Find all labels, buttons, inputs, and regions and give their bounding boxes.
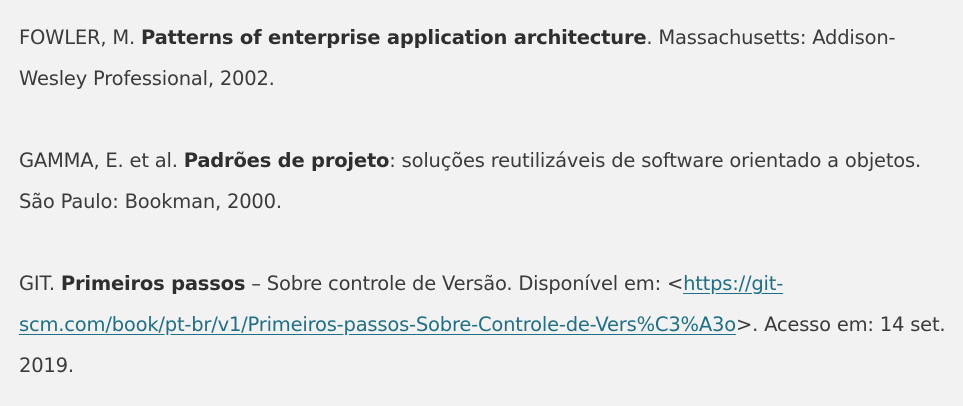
reference-gamma: GAMMA, E. et al. Padrões de projeto: sol…: [19, 140, 949, 222]
reference-author: FOWLER, M.: [19, 26, 141, 49]
reference-list: FOWLER, M. Patterns of enterprise applic…: [19, 17, 949, 386]
reference-title: Patterns of enterprise application archi…: [141, 26, 647, 49]
reference-details: – Sobre controle de Versão. Disponível e…: [245, 272, 684, 295]
reference-title: Primeiros passos: [60, 272, 246, 295]
reference-git: GIT. Primeiros passos – Sobre controle d…: [19, 263, 949, 386]
reference-author: GIT.: [19, 272, 61, 295]
reference-title: Padrões de projeto: [183, 149, 390, 172]
reference-author: GAMMA, E. et al.: [19, 149, 184, 172]
reference-fowler: FOWLER, M. Patterns of enterprise applic…: [19, 17, 949, 99]
